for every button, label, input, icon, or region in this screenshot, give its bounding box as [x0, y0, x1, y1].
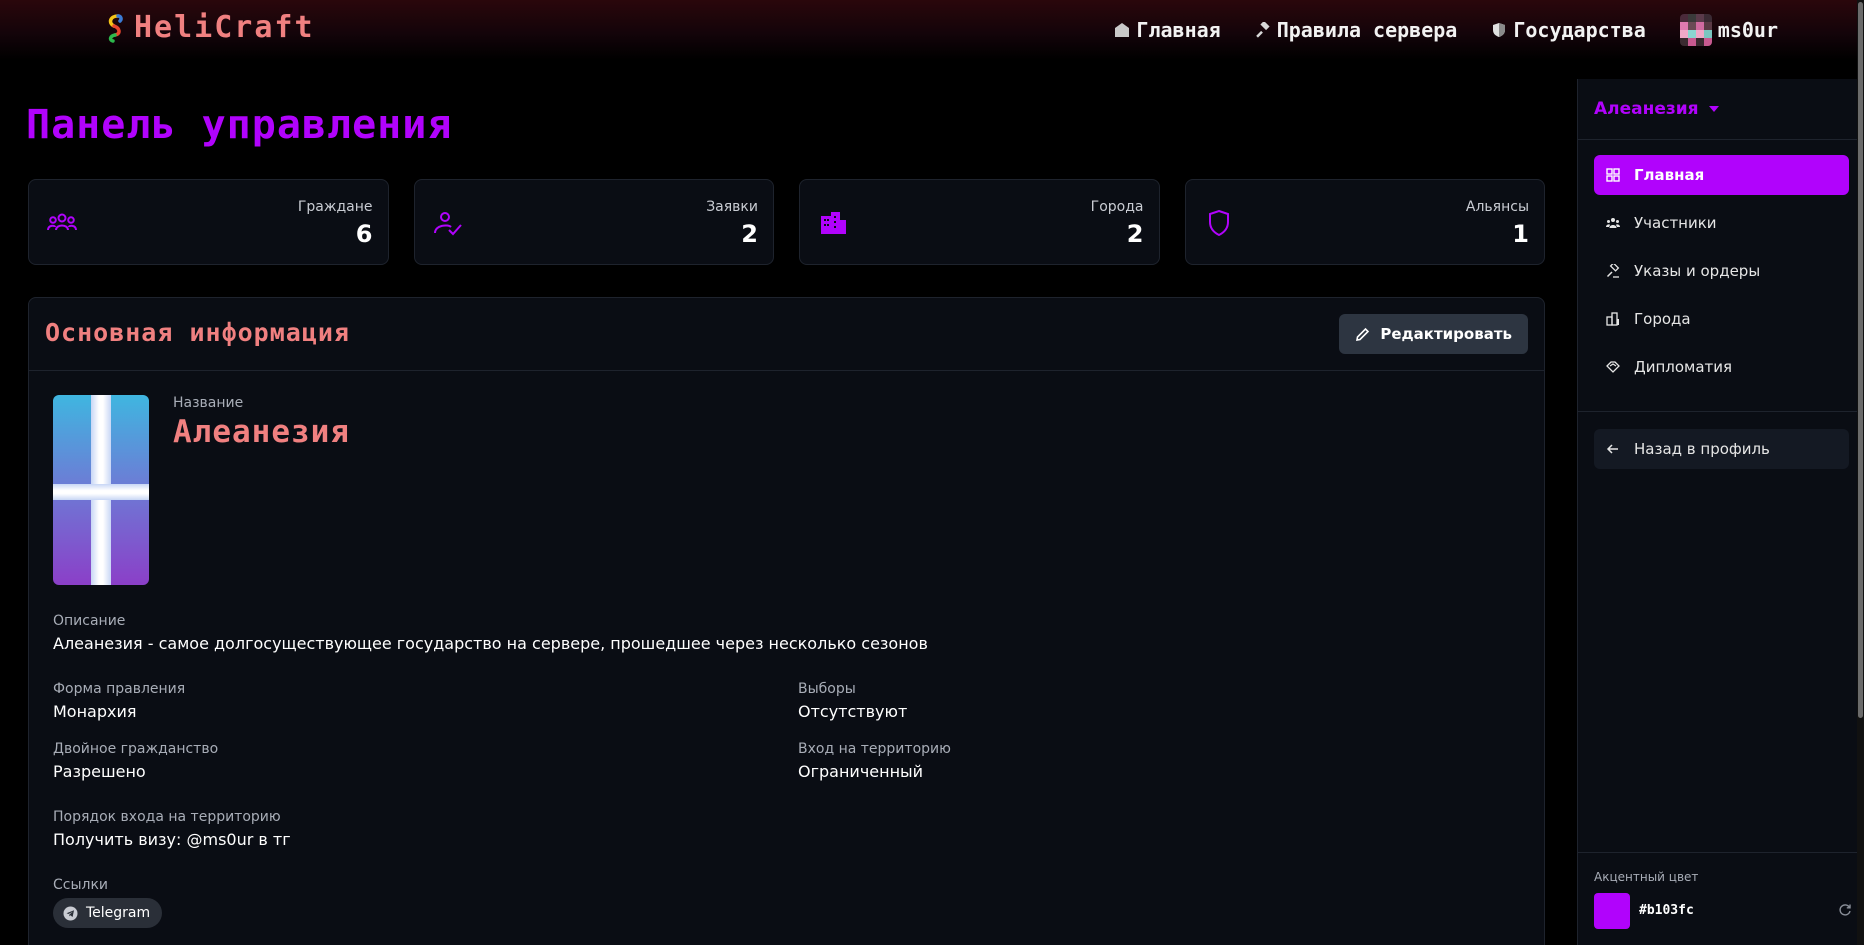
shield-icon — [1208, 210, 1229, 236]
handshake-icon — [1606, 361, 1620, 373]
gavel-icon — [1606, 264, 1620, 278]
buildings-icon — [821, 212, 846, 234]
gavel-icon — [1255, 22, 1270, 38]
grid-icon — [1606, 168, 1620, 182]
entry-label: Вход на территорию — [798, 741, 951, 757]
name-label: Название — [173, 395, 244, 411]
state-dropdown[interactable]: Алеанезия — [1594, 99, 1719, 119]
back-to-profile[interactable]: Назад в профиль — [1594, 429, 1849, 469]
avatar — [1679, 14, 1712, 46]
stat-value: 2 — [741, 220, 758, 248]
main-nav: Главная Правила сервера Государства ms0u… — [1114, 14, 1778, 46]
state-sidebar: Алеанезия Главная Участники Указы и орде… — [1577, 79, 1864, 945]
user-menu[interactable]: ms0ur — [1679, 14, 1778, 46]
stat-label: Заявки — [706, 199, 758, 215]
state-dropdown-label: Алеанезия — [1594, 99, 1699, 119]
dual-citizenship-label: Двойное гражданство — [53, 741, 219, 757]
stat-card-citizens: Граждане 6 — [28, 179, 389, 265]
telegram-label: Telegram — [86, 905, 151, 921]
sidebar-item-label: Участники — [1634, 214, 1717, 232]
divider — [1578, 411, 1864, 412]
buildings-icon — [1606, 312, 1619, 326]
edit-button-label: Редактировать — [1380, 325, 1512, 343]
stat-value: 2 — [1126, 220, 1144, 248]
accent-color-hex: #b103fc — [1639, 903, 1694, 918]
home-icon — [1115, 23, 1130, 37]
state-flag — [53, 395, 149, 585]
pencil-icon — [1356, 327, 1370, 341]
brand-name: HeliCraft — [134, 10, 315, 45]
stats-row: Граждане 6 Заявки 2 Города 2 Альянсы 1 — [28, 179, 1545, 265]
elections-label: Выборы — [798, 681, 856, 697]
users-icon — [1606, 218, 1620, 228]
nav-rules-label: Правила сервера — [1276, 18, 1458, 42]
entry-order-value: Получить визу: @ms0ur в тг — [53, 830, 291, 849]
main-info-card: Основная информация Редактировать Назван… — [28, 297, 1545, 945]
sidebar-item-decrees[interactable]: Указы и ордеры — [1594, 251, 1849, 291]
back-label: Назад в профиль — [1634, 440, 1770, 458]
description-value: Алеанезия - самое долгосуществующее госу… — [53, 634, 928, 653]
username: ms0ur — [1717, 18, 1778, 42]
scrollbar-thumb[interactable] — [1858, 2, 1863, 718]
chevron-down-icon — [1708, 106, 1719, 112]
arrow-left-icon — [1606, 444, 1618, 454]
accent-color-swatch[interactable] — [1594, 893, 1630, 929]
dual-citizenship-value: Разрешено — [53, 762, 146, 781]
helicraft-logo-icon — [108, 13, 123, 43]
divider — [1578, 852, 1864, 853]
stat-label: Граждане — [297, 199, 373, 215]
stat-label: Города — [1090, 199, 1144, 215]
government-value: Монархия — [53, 702, 137, 721]
state-name: Алеанезия — [173, 414, 350, 450]
accent-color-label: Акцентный цвет — [1594, 870, 1699, 884]
sidebar-item-home[interactable]: Главная — [1594, 155, 1849, 195]
sidebar-item-members[interactable]: Участники — [1594, 203, 1849, 243]
entry-order-label: Порядок входа на территорию — [53, 809, 281, 825]
card-title: Основная информация — [45, 318, 350, 347]
stat-label: Альянсы — [1465, 199, 1529, 215]
nav-home-label: Главная — [1136, 18, 1221, 42]
nav-rules[interactable]: Правила сервера — [1255, 18, 1458, 42]
stat-card-applications: Заявки 2 — [413, 179, 774, 265]
stat-value: 6 — [355, 220, 373, 248]
sidebar-item-cities[interactable]: Города — [1594, 299, 1849, 339]
top-navbar: HeliCraft Главная Правила сервера Госуда… — [0, 0, 1864, 60]
entry-value: Ограниченный — [798, 762, 924, 781]
divider — [1578, 139, 1864, 140]
sidebar-item-label: Дипломатия — [1634, 358, 1733, 376]
elections-value: Отсутствуют — [798, 702, 908, 721]
shield-icon — [1493, 23, 1506, 37]
sidebar-item-label: Указы и ордеры — [1634, 262, 1761, 280]
brand[interactable]: HeliCraft — [104, 10, 315, 45]
nav-states[interactable]: Государства — [1491, 18, 1646, 42]
telegram-icon — [63, 906, 78, 920]
reset-icon[interactable] — [1838, 903, 1852, 917]
user-check-icon — [433, 212, 462, 236]
nav-home[interactable]: Главная — [1114, 18, 1221, 42]
edit-button[interactable]: Редактировать — [1339, 314, 1528, 354]
sidebar-item-diplomacy[interactable]: Дипломатия — [1594, 347, 1849, 387]
stat-card-alliances: Альянсы 1 — [1184, 179, 1545, 265]
government-label: Форма правления — [53, 681, 186, 697]
description-label: Описание — [53, 613, 126, 629]
stat-card-cities: Города 2 — [799, 179, 1160, 265]
links-label: Ссылки — [53, 877, 109, 893]
card-header: Основная информация Редактировать — [29, 298, 1544, 371]
stat-value: 1 — [1512, 220, 1529, 248]
page-title: Панель управления — [26, 102, 453, 148]
sidebar-item-label: Города — [1634, 310, 1691, 328]
sidebar-item-label: Главная — [1634, 166, 1705, 184]
users-icon — [47, 213, 77, 231]
nav-states-label: Государства — [1513, 18, 1646, 42]
telegram-link[interactable]: Telegram — [53, 898, 163, 928]
